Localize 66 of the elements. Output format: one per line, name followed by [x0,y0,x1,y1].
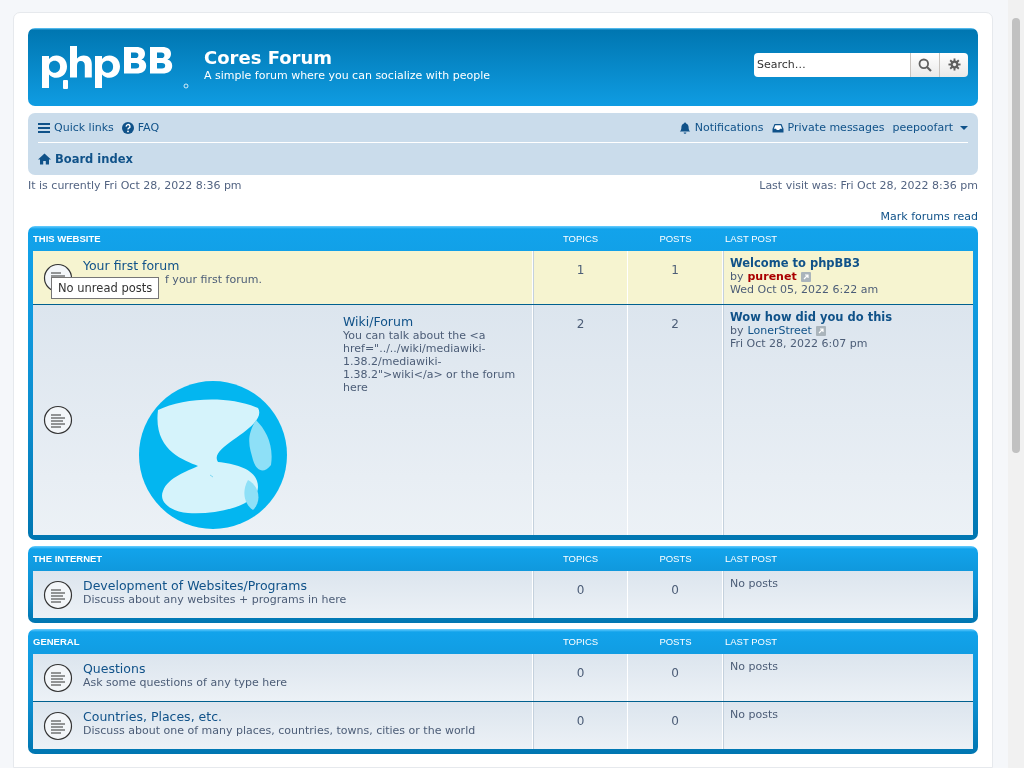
posts-count: 2 [628,305,723,535]
by-label: by [730,324,744,337]
no-posts-label: No posts [730,660,779,673]
author-link[interactable]: LonerStreet [747,324,812,337]
help-icon [121,121,134,134]
home-icon [38,153,51,165]
topics-count: 0 [533,702,628,749]
forum-title-link[interactable]: Wiki/Forum [343,314,523,329]
author-link[interactable]: purenet [747,270,797,283]
posts-count: 0 [628,702,723,749]
inbox-icon [771,121,784,134]
forum-icon [43,579,73,610]
last-post-link[interactable]: Wow how did you do this [730,311,973,324]
forum-title-link[interactable]: Your first forum [83,258,262,273]
nav-link[interactable]: Private messages [771,121,885,134]
scrollbar[interactable] [1008,0,1024,768]
forum-title-link[interactable]: Questions [83,661,287,676]
tooltip: No unread posts [51,277,160,299]
advanced-search-button[interactable] [939,52,968,77]
post-time: Wed Oct 05, 2022 6:22 am [730,283,880,296]
column-header: LAST POST [724,636,779,647]
by-label: by [730,270,744,283]
nav-link[interactable]: Notifications [678,121,764,134]
topics-count: 0 [533,571,628,618]
forum-title-link[interactable]: Countries, Places, etc. [83,709,476,724]
post-time: Fri Oct 28, 2022 6:07 pm [730,337,869,350]
forum-description: Discuss about any websites + programs in here [83,593,347,606]
topics-count: 2 [533,305,628,535]
gear-icon [947,58,961,71]
menu-icon [38,121,50,134]
current-time: It is currently Fri Oct 28, 2022 8:36 pm [28,179,242,192]
forum-description: You can talk about the <a href="../../wiki/mediawiki-1.38.2/mediawiki-1.38.2">wiki</a> or the forum here [343,329,517,394]
search-icon [918,57,932,72]
column-header: POSTS [658,636,693,647]
forum-icon [43,710,73,741]
nav-link[interactable]: peepoofart [892,121,968,134]
no-posts-label: No posts [730,577,779,590]
forum-description: Ask some questions of any type here [83,676,287,689]
external-link-icon [800,271,811,282]
nav-link[interactable]: Quick links [38,121,114,134]
no-posts-label: No posts [730,708,779,721]
site-description: A simple forum where you can socialize with people [204,68,490,82]
column-header: TOPICS [561,233,600,244]
search-button[interactable] [910,52,939,77]
column-header: LAST POST [724,233,779,244]
column-header: POSTS [658,233,693,244]
search-field[interactable]: Search… [754,52,910,77]
column-header: TOPICS [561,636,600,647]
caret-icon [960,123,968,132]
mark-read-link[interactable]: Mark forums read [880,210,978,223]
breadcrumb-link[interactable]: Board index [38,152,133,166]
last-post-link[interactable]: Welcome to phpBB3 [730,257,973,270]
last-visit: Last visit was: Fri Oct 28, 2022 8:36 pm [759,179,978,192]
bell-icon [678,121,691,134]
nav-link[interactable]: FAQ [121,121,160,134]
forum-description: f your first forum. [164,273,262,286]
column-header: LAST POST [724,553,779,564]
forum-title-link[interactable]: Development of Websites/Programs [83,578,347,593]
column-header: TOPICS [561,553,600,564]
site-title: Cores Forum [204,46,334,68]
posts-count: 0 [628,571,723,618]
forum-icon [43,662,73,693]
forum-description: Discuss about one of many places, countries, towns, cities or the world [83,724,476,737]
forum-icon [43,405,73,435]
external-link-icon [815,325,826,336]
column-header: POSTS [658,553,693,564]
